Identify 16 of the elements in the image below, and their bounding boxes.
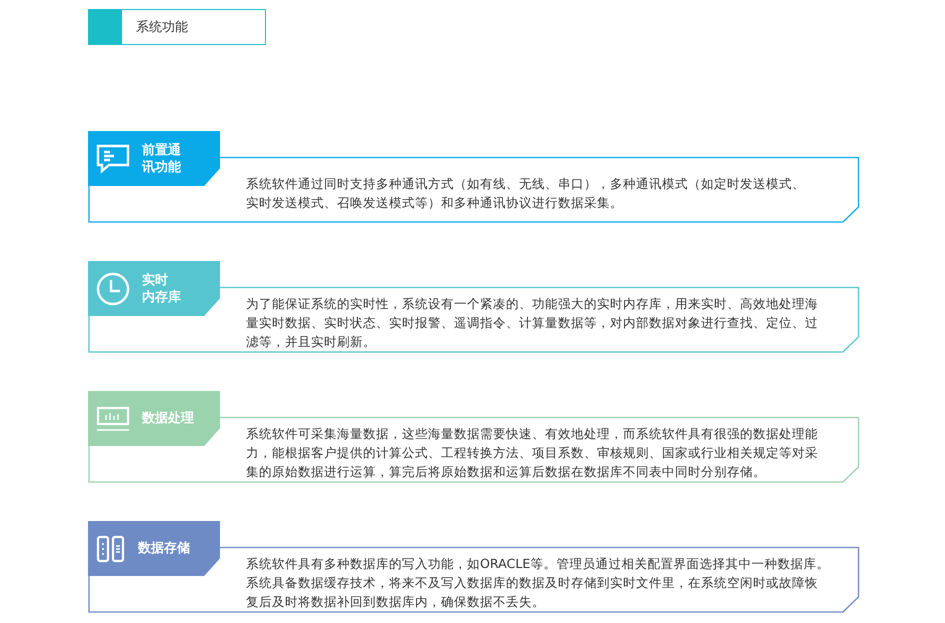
feature-description: 为了能保证系统的实时性，系统设有一个紧凑的、功能强大的实时内存库，用来实时、高效地处理海 量实时数据、实时状态、实时报警、遥调指令、计算量数据等，对内部数据对象进行查找、定位、过 滤等，并且实时刷新。	[246, 295, 818, 351]
feature-title: 前置通	[142, 142, 181, 158]
header-block	[88, 9, 122, 45]
feature-title: 数据处理	[142, 410, 194, 427]
feature-title: 实时	[142, 272, 169, 288]
storage-icon	[96, 534, 126, 562]
feature-title: 内存库	[142, 288, 181, 306]
feature-description: 系统软件具有多种数据库的写入功能，如ORACLE等。管理员通过相关配置界面选择其中一种数据库。 系统具备数据缓存技术，将来不及写入数据库的数据及时存储到实时文件里，在系统空闲时或故障恢 复后及时将数据补回到数据库内，确保数据不丢失。	[246, 555, 830, 611]
clock-icon	[96, 272, 130, 306]
feature-title: 讯功能	[142, 158, 181, 176]
chat-icon	[96, 144, 130, 174]
section-title: 系统功能	[122, 9, 266, 45]
feature-description: 系统软件通过同时支持多种通讯方式（如有线、无线、串口），多种通讯模式（如定时发送模式、 实时发送模式、召唤发送模式等）和多种通讯协议进行数据采集。	[246, 174, 805, 212]
feature-title: 数据存储	[138, 540, 190, 557]
monitor-icon	[96, 406, 130, 432]
feature-description: 系统软件可采集海量数据，这些海量数据需要快速、有效地处理，而系统软件具有很强的数据处理能 力，能根据客户提供的计算公式、工程转换方法、项目系数、审核规则、国家或行业相关规定等对采 集的原始数据进行运算，算完后将原始数据和运算后数据在数据库不同表中同时分别存储。	[246, 425, 818, 481]
